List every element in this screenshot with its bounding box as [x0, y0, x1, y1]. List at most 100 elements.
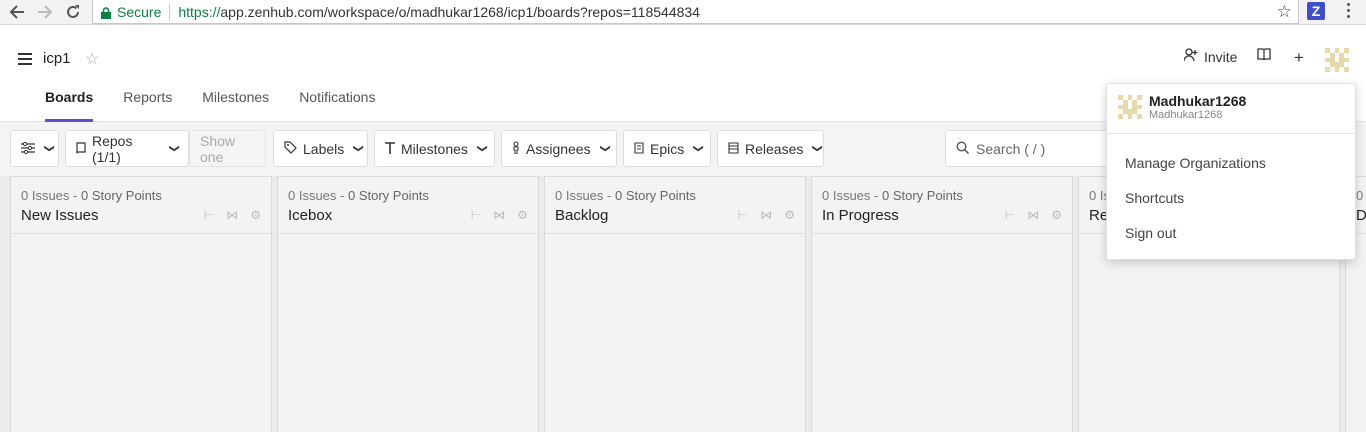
pipeline-actions: ⊢ ⋈ ⚙ — [1005, 208, 1062, 222]
collapse-icon[interactable]: ⋈ — [760, 208, 772, 222]
menu-item-manage-organizations[interactable]: Manage Organizations — [1125, 155, 1266, 171]
menu-item-sign-out[interactable]: Sign out — [1125, 225, 1176, 241]
pipeline-meta: 0 Issues - 0 Story Points — [822, 188, 963, 203]
user-menu-dropdown: Madhukar1268 Madhukar1268 Manage Organiz… — [1106, 83, 1356, 260]
branch-icon[interactable]: ⊢ — [471, 208, 481, 222]
labels-label: Labels — [303, 140, 345, 157]
address-bar[interactable]: Secure https://app.zenhub.com/workspace/… — [92, 0, 1299, 24]
add-plus-icon[interactable]: + — [1294, 48, 1304, 68]
user-profile-header[interactable]: Madhukar1268 Madhukar1268 — [1107, 84, 1355, 134]
pipeline-header: 0 Issues - 0 Story Points Backlog ⊢ ⋈ ⚙ — [545, 177, 805, 234]
search-placeholder: Search ( / ) — [976, 140, 1046, 157]
tab-milestones[interactable]: Milestones — [187, 82, 284, 122]
story-points: 0 Story Points — [80, 188, 162, 203]
browser-menu-icon[interactable] — [1347, 3, 1350, 18]
gear-icon[interactable]: ⚙ — [517, 208, 528, 222]
pipeline-column[interactable]: 0 Issues - 0 Story Points Icebox ⊢ ⋈ ⚙ — [277, 176, 539, 432]
pipeline-actions: ⊢ ⋈ ⚙ — [204, 208, 261, 222]
workspace-tabs: Boards Reports Milestones Notifications — [30, 82, 390, 122]
reload-icon[interactable] — [61, 0, 85, 24]
tab-reports[interactable]: Reports — [108, 82, 187, 122]
repos-label: Repos (1/1) — [92, 132, 133, 165]
chevron-down-icon: ❯ — [692, 144, 704, 153]
pipeline-column[interactable]: 0 Issues - 0 Story Points Backlog ⊢ ⋈ ⚙ — [544, 176, 806, 432]
pipeline-actions: ⊢ ⋈ ⚙ — [471, 208, 528, 222]
bookmark-star-icon[interactable]: ☆ — [1277, 2, 1292, 22]
pipeline-meta: 0 Issues - 0 Story Points — [555, 188, 696, 203]
release-icon — [728, 141, 739, 157]
hamburger-menu-icon[interactable] — [18, 53, 32, 65]
chevron-down-icon: ❯ — [599, 144, 611, 153]
tag-icon — [284, 140, 297, 157]
collapse-icon[interactable]: ⋈ — [226, 208, 238, 222]
chevron-down-icon: ❯ — [43, 144, 55, 153]
chevron-down-icon: ❯ — [168, 144, 180, 153]
search-icon — [956, 140, 970, 157]
menu-item-shortcuts[interactable]: Shortcuts — [1125, 190, 1184, 206]
person-icon — [512, 140, 520, 157]
lock-icon — [101, 6, 111, 19]
pipeline-header: 0 Issues - 0 Story Points New Issues ⊢ ⋈ ⚙ — [11, 177, 271, 234]
branch-icon[interactable]: ⊢ — [738, 208, 748, 222]
back-arrow-icon[interactable] — [5, 0, 29, 24]
epics-label: Epics — [650, 140, 685, 157]
chevron-down-icon: ❯ — [812, 144, 824, 153]
pipeline-column[interactable]: 0 Issues - 0 Story Points New Issues ⊢ ⋈ ⚙ — [10, 176, 272, 432]
issue-count: 0 Issues — [555, 188, 604, 203]
forward-arrow-icon[interactable] — [33, 0, 57, 24]
gear-icon[interactable]: ⚙ — [1051, 208, 1062, 222]
milestones-filter-button[interactable]: Milestones ❯ — [374, 130, 495, 167]
browser-toolbar: Secure https://app.zenhub.com/workspace/… — [0, 0, 1366, 25]
user-avatar — [1118, 95, 1142, 119]
pipeline-meta: 0 Issues - 0 Story Points — [21, 188, 162, 203]
story-points: 0 Story Points — [881, 188, 963, 203]
url-text: https://app.zenhub.com/workspace/o/madhu… — [178, 4, 700, 20]
pipeline-column[interactable]: 0 Issues - 0 Story Points In Progress ⊢ ⋈… — [811, 176, 1073, 432]
releases-label: Releases — [745, 140, 804, 157]
pipeline-actions: ⊢ ⋈ ⚙ — [738, 208, 795, 222]
branch-icon[interactable]: ⊢ — [204, 208, 214, 222]
collapse-icon[interactable]: ⋈ — [493, 208, 505, 222]
repos-filter-button[interactable]: Repos (1/1) ❯ — [65, 130, 189, 167]
favorite-star-icon[interactable]: ☆ — [85, 49, 99, 69]
chevron-down-icon: ❯ — [476, 144, 488, 153]
board-settings-button[interactable]: ❯ — [10, 130, 59, 167]
gear-icon[interactable]: ⚙ — [250, 208, 261, 222]
omnibox-divider — [169, 3, 171, 20]
tab-boards[interactable]: Boards — [30, 82, 108, 122]
workspace-name[interactable]: icp1 — [43, 50, 71, 67]
sliders-icon — [21, 141, 35, 157]
releases-filter-button[interactable]: Releases ❯ — [717, 130, 824, 167]
issue-count: 0 Issues — [288, 188, 337, 203]
docs-book-icon[interactable] — [1257, 48, 1271, 60]
pipeline-meta: 0 Issues - 0 Story Points — [288, 188, 429, 203]
gear-icon[interactable]: ⚙ — [784, 208, 795, 222]
chevron-down-icon: ❯ — [352, 144, 364, 153]
invite-button[interactable]: Invite — [1183, 48, 1238, 65]
search-input[interactable]: Search ( / ) — [945, 130, 1115, 167]
pipeline-header: 0 Issues - 0 Story Points In Progress ⊢ ⋈… — [812, 177, 1072, 234]
story-points: 0 Story Points — [347, 188, 429, 203]
branch-icon[interactable]: ⊢ — [1005, 208, 1015, 222]
tab-notifications[interactable]: Notifications — [284, 82, 390, 122]
user-display-name: Madhukar1268 — [1149, 93, 1247, 109]
issue-count: 0 Issues — [822, 188, 871, 203]
user-avatar[interactable] — [1325, 48, 1349, 72]
secure-label: Secure — [117, 3, 162, 20]
add-user-icon — [1183, 48, 1198, 65]
milestone-icon — [385, 141, 395, 157]
labels-filter-button[interactable]: Labels ❯ — [273, 130, 368, 167]
milestones-label: Milestones — [401, 140, 468, 157]
story-points: 0 Story Points — [614, 188, 696, 203]
collapse-icon[interactable]: ⋈ — [1027, 208, 1039, 222]
user-login: Madhukar1268 — [1149, 109, 1223, 121]
repo-icon — [76, 141, 86, 157]
zenhub-extension-icon[interactable]: Z — [1307, 2, 1325, 20]
assignees-filter-button[interactable]: Assignees ❯ — [501, 130, 617, 167]
assignees-label: Assignees — [526, 140, 591, 157]
url-path: app.zenhub.com/workspace/o/madhukar1268/… — [220, 3, 700, 20]
show-one-button[interactable]: Show one — [189, 130, 266, 167]
invite-label: Invite — [1204, 48, 1238, 65]
pipeline-header: 0 Issues - 0 Story Points Icebox ⊢ ⋈ ⚙ — [278, 177, 538, 234]
epics-filter-button[interactable]: Epics ❯ — [623, 130, 711, 167]
